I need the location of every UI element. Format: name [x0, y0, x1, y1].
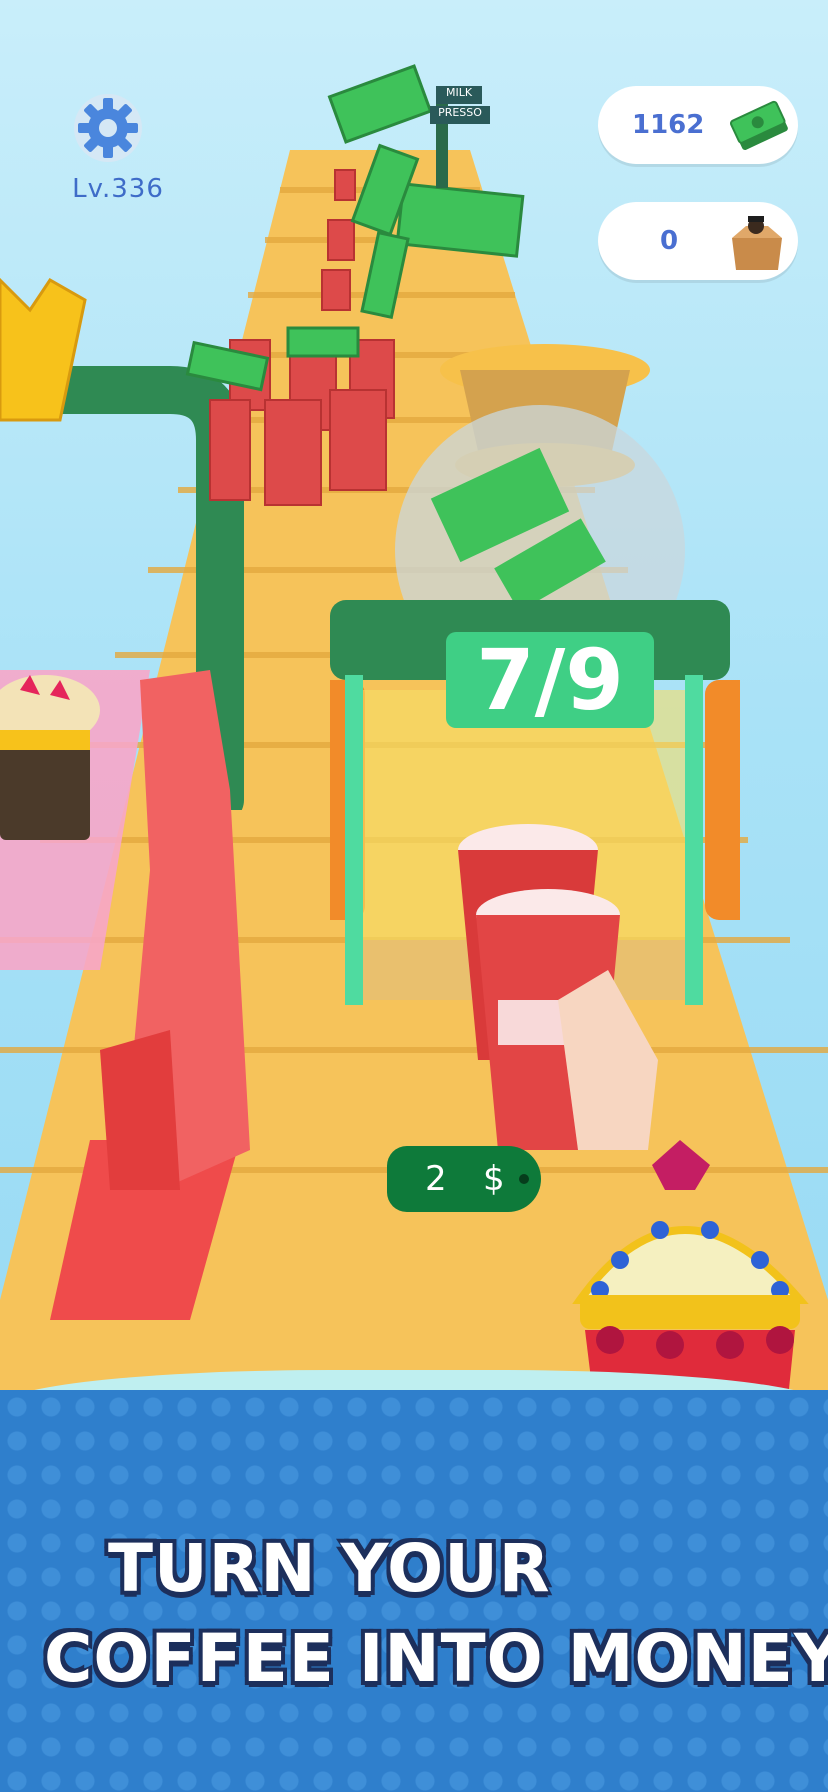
level-label: Lv.336: [72, 174, 164, 204]
price-tag: 2 $: [387, 1146, 541, 1212]
cash-counter: 1162: [598, 86, 798, 164]
price-dot: [519, 1174, 529, 1184]
cash-amount: 1162: [632, 110, 705, 140]
promo-line-2: COFFEE INTO MONEY: [44, 1620, 828, 1697]
price-amount: 2: [425, 1159, 447, 1199]
promo-line-1: TURN YOUR: [108, 1530, 551, 1607]
box-icon: [732, 216, 782, 270]
box-count: 0: [660, 226, 679, 256]
box-counter: 0: [598, 202, 798, 280]
price-currency: $: [483, 1159, 505, 1199]
settings-button[interactable]: [72, 92, 144, 164]
fancy-cup-left: [0, 675, 100, 840]
cash-stack-icon: [729, 100, 788, 150]
gate-progress-label: 7/9: [446, 632, 654, 728]
gear-icon: [74, 94, 142, 162]
signpost-presso: PRESSO: [430, 106, 490, 124]
held-cup-stack: [458, 824, 658, 1150]
crown-decoration: [0, 277, 87, 422]
signpost-milk: MILK: [436, 86, 482, 104]
